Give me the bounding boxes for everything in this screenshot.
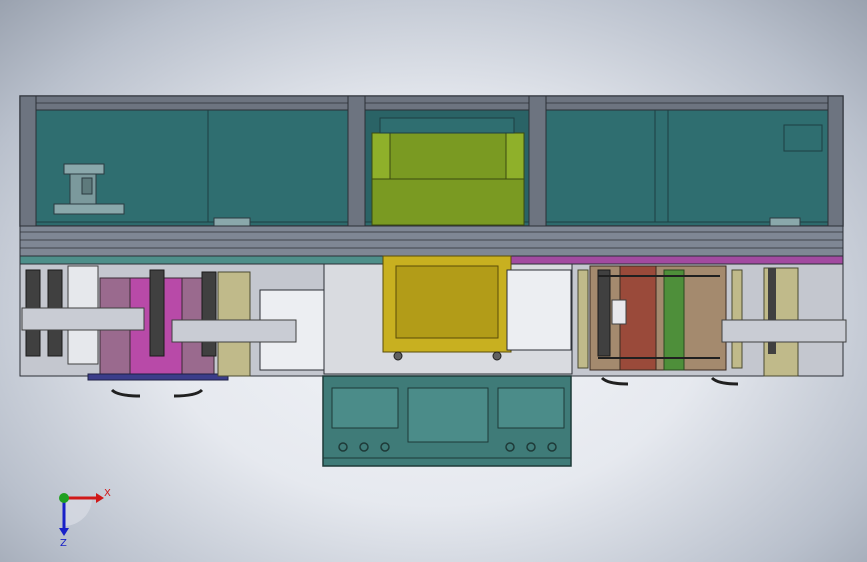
assembly-drawing[interactable] [0, 0, 867, 562]
right-glass-panel [545, 109, 829, 223]
post-center-left [347, 95, 366, 227]
control-cabinet [322, 375, 572, 467]
post-center-right [528, 95, 547, 227]
triad-x-label: X [104, 488, 111, 499]
triad-z-label: Z [60, 538, 67, 549]
cad-viewport[interactable]: X Z [0, 0, 867, 562]
orientation-triad [59, 493, 104, 536]
triad-origin [59, 493, 69, 503]
